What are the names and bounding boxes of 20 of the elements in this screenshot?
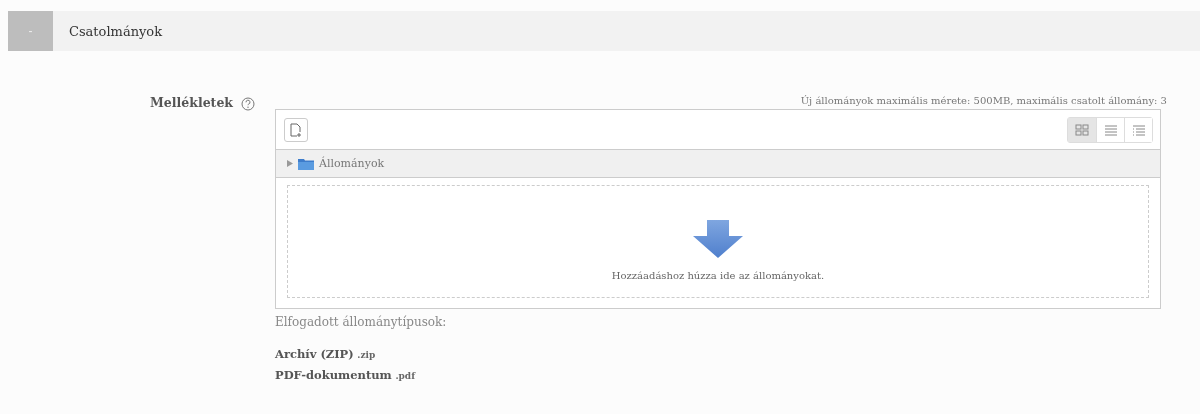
list-icon [1103, 123, 1118, 136]
upload-limits-text: Új állományok maximális mérete: 500MB, maximális csatolt állomány: 3 [799, 95, 1167, 106]
section-title[interactable]: Csatolmányok [69, 23, 163, 39]
folder-link[interactable]: Állományok [319, 157, 385, 170]
down-arrow-icon [693, 220, 743, 258]
expand-triangle-icon[interactable] [287, 160, 293, 167]
help-icon[interactable] [241, 97, 255, 111]
file-type-entry: PDF-dokumentum .pdf [275, 367, 416, 384]
add-file-button[interactable] [284, 117, 308, 142]
file-plus-icon [290, 122, 302, 137]
tree-view-button[interactable] [1124, 117, 1152, 142]
file-type-entry: Archív (ZIP) .zip [275, 346, 376, 363]
grid-icon [1075, 123, 1089, 136]
drop-hint-text: Hozzáadáshoz húzza ide az állományokat. [611, 270, 825, 281]
accepted-types-heading: Elfogadott állománytípusok: [275, 315, 448, 329]
drop-zone[interactable]: Hozzáadáshoz húzza ide az állományokat. [287, 185, 1149, 298]
field-label: Mellékletek [150, 95, 233, 111]
folder-icon [298, 157, 314, 170]
grid-view-button[interactable] [1068, 117, 1096, 142]
tree-list-icon [1131, 123, 1146, 136]
